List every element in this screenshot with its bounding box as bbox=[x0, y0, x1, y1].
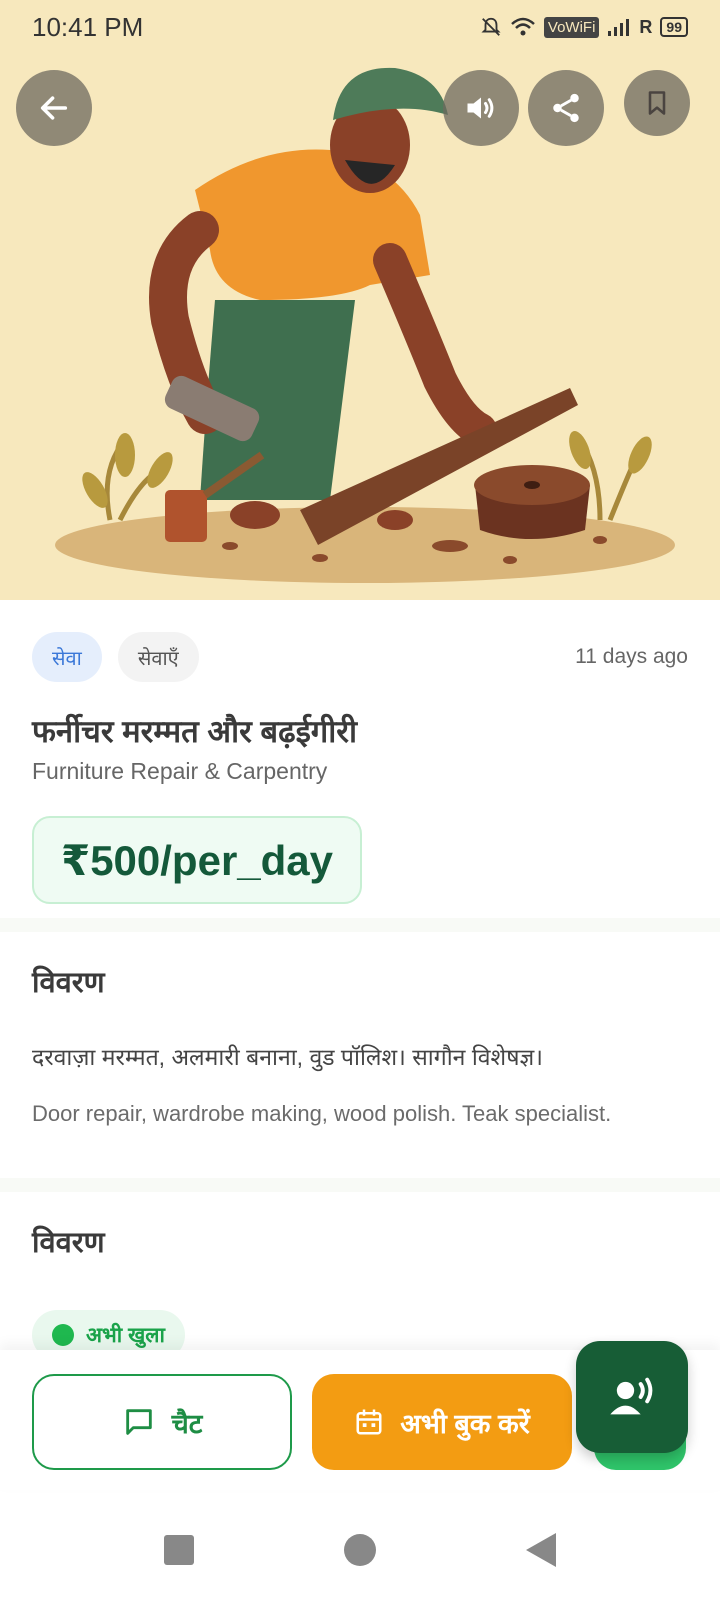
price-text: ₹500/per_day bbox=[60, 836, 334, 884]
battery-icon: 99 bbox=[660, 17, 688, 37]
availability-heading: विवरण bbox=[32, 1227, 105, 1259]
wifi-icon bbox=[511, 17, 535, 36]
book-button-label: अभी बुक करें bbox=[400, 1408, 530, 1439]
vowifi-badge: VoWiFi bbox=[543, 16, 600, 38]
description-heading: विवरण bbox=[32, 967, 105, 999]
bookmark-icon bbox=[648, 91, 666, 115]
status-time: 10:41 PM bbox=[32, 11, 144, 42]
posted-time: 11 days ago bbox=[575, 645, 688, 668]
open-status-text: अभी खुला bbox=[86, 1324, 165, 1347]
book-now-button[interactable]: अभी बुक करें bbox=[312, 1374, 572, 1470]
system-nav-bar bbox=[0, 1500, 720, 1600]
chips-row: सेवा सेवाएँ 11 days ago bbox=[32, 632, 688, 682]
voice-person-icon bbox=[610, 1377, 653, 1415]
recent-apps-icon[interactable] bbox=[164, 1535, 194, 1565]
roaming-indicator: R bbox=[639, 16, 653, 37]
chat-button-label: चैट bbox=[171, 1408, 203, 1439]
home-icon[interactable] bbox=[344, 1534, 376, 1566]
voice-assistant-button[interactable] bbox=[576, 1341, 688, 1453]
chat-button[interactable]: चैट bbox=[32, 1374, 292, 1470]
calendar-icon bbox=[356, 1409, 382, 1435]
status-dot-icon bbox=[52, 1324, 74, 1346]
category-chip[interactable]: सेवा bbox=[32, 632, 102, 682]
share-icon bbox=[553, 93, 579, 123]
nav-back-icon[interactable] bbox=[526, 1533, 556, 1567]
description-english: Door repair, wardrobe making, wood polis… bbox=[32, 1101, 612, 1126]
section-divider bbox=[0, 918, 720, 932]
back-button[interactable] bbox=[16, 70, 92, 146]
app-screen: 10:41 PM VoWiFi R 99 सेवा सेवाएँ 11 days… bbox=[0, 0, 720, 1600]
chat-bubble-icon bbox=[125, 1409, 152, 1435]
status-bar: 10:41 PM VoWiFi R 99 bbox=[0, 0, 720, 54]
subcategory-chip[interactable]: सेवाएँ bbox=[117, 632, 199, 682]
signal-icon bbox=[608, 19, 630, 36]
mute-bell-icon bbox=[481, 17, 501, 36]
speak-button[interactable] bbox=[443, 70, 519, 146]
status-icons: VoWiFi R 99 bbox=[480, 16, 688, 38]
listing-title-hindi: फर्नीचर मरम्मत और बढ़ईगीरी bbox=[32, 714, 357, 749]
description-hindi: दरवाज़ा मरम्मत, अलमारी बनाना, वुड पॉलिश।… bbox=[32, 1044, 543, 1070]
carpenter-illustration bbox=[0, 0, 720, 600]
listing-title-english: Furniture Repair & Carpentry bbox=[32, 758, 328, 784]
section-divider bbox=[0, 1178, 720, 1192]
share-button[interactable] bbox=[528, 70, 604, 146]
speaker-icon bbox=[467, 97, 494, 119]
hero-illustration bbox=[0, 0, 720, 600]
back-arrow-icon bbox=[40, 96, 68, 120]
bookmark-button[interactable] bbox=[624, 70, 690, 136]
price-badge: ₹500/per_day bbox=[32, 816, 362, 904]
